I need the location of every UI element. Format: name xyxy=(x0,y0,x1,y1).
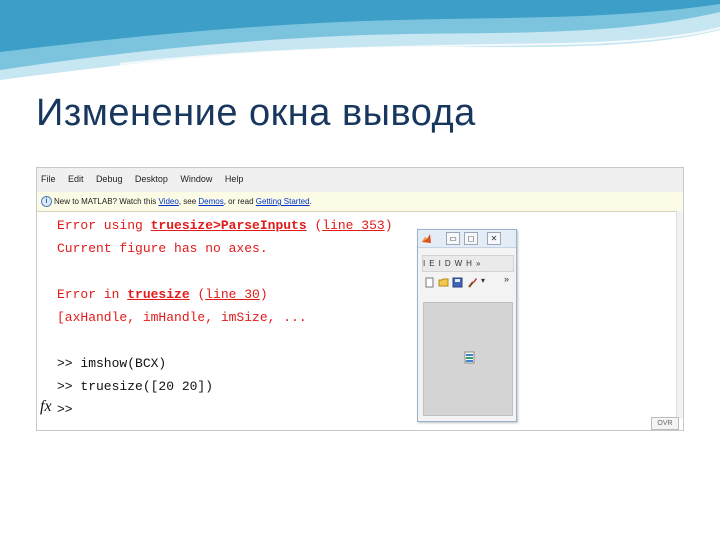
figure-canvas[interactable] xyxy=(423,302,513,416)
demos-link[interactable]: Demos xyxy=(198,197,223,206)
dropdown-arrow-icon[interactable]: ▾ xyxy=(481,276,485,285)
figure-menu-file[interactable]: I xyxy=(423,259,425,268)
brush-icon[interactable] xyxy=(467,277,478,288)
error-function-link[interactable]: truesize>ParseInputs xyxy=(151,218,307,233)
menu-desktop[interactable]: Desktop xyxy=(135,174,168,184)
error-line-4: [axHandle, imHandle, imSize, ... xyxy=(57,310,307,325)
info-text: , or read xyxy=(223,197,256,206)
error-line-1: Error using truesize>ParseInputs (line 3… xyxy=(57,218,393,233)
command-line-1: >> imshow(BCX) xyxy=(57,356,167,371)
command-window[interactable]: Error using truesize>ParseInputs (line 3… xyxy=(57,214,393,421)
info-bar: i New to MATLAB? Watch this Video, see De… xyxy=(37,192,683,212)
info-text: . xyxy=(309,197,312,206)
figure-window[interactable]: ▭ ◻ ✕ I E I D W H» ▾ » xyxy=(417,229,517,422)
menu-debug[interactable]: Debug xyxy=(96,174,123,184)
menu-window[interactable]: Window xyxy=(180,174,212,184)
video-link[interactable]: Video xyxy=(158,197,178,206)
figure-menu-insert[interactable]: I xyxy=(439,259,441,268)
status-ovr: OVR xyxy=(651,417,679,430)
vertical-scrollbar[interactable] xyxy=(676,211,683,418)
matlab-logo-icon xyxy=(422,234,431,243)
matlab-screenshot: File Edit Debug Desktop Window Help i New… xyxy=(36,167,684,431)
info-icon: i xyxy=(41,196,52,208)
slide-title: Изменение окна вывода xyxy=(36,92,476,134)
figure-menu-desktop[interactable]: D xyxy=(445,259,451,268)
maximize-button[interactable]: ◻ xyxy=(464,232,478,245)
error-function-link[interactable]: truesize xyxy=(127,287,189,302)
header-swoosh-decoration xyxy=(0,0,720,80)
menu-file[interactable]: File xyxy=(41,174,56,184)
figure-menu-more[interactable]: » xyxy=(476,259,480,268)
new-figure-icon[interactable] xyxy=(424,277,435,288)
fx-icon[interactable]: fx xyxy=(40,398,52,416)
command-prompt[interactable]: >> xyxy=(57,398,393,421)
error-line-link[interactable]: line 30 xyxy=(205,287,260,302)
save-icon[interactable] xyxy=(452,277,463,288)
getting-started-link[interactable]: Getting Started xyxy=(256,197,310,206)
toolbar-more-icon[interactable]: » xyxy=(504,274,509,284)
minimize-button[interactable]: ▭ xyxy=(446,232,460,245)
error-line-link[interactable]: line 353 xyxy=(322,218,384,233)
figure-menubar: I E I D W H» xyxy=(422,255,514,272)
figure-toolbar: ▾ » xyxy=(422,274,512,293)
figure-menu-edit[interactable]: E xyxy=(429,259,434,268)
matlab-menubar: File Edit Debug Desktop Window Help xyxy=(37,168,683,193)
close-button[interactable]: ✕ xyxy=(487,232,501,245)
info-text: , see xyxy=(178,197,199,206)
info-text: New to MATLAB? Watch this xyxy=(54,197,159,206)
command-line-2: >> truesize([20 20]) xyxy=(57,379,214,394)
menu-help[interactable]: Help xyxy=(225,174,244,184)
figure-menu-window[interactable]: W xyxy=(455,259,463,268)
error-line-2: Current figure has no axes. xyxy=(57,241,268,256)
figure-menu-help[interactable]: H xyxy=(466,259,472,268)
open-folder-icon[interactable] xyxy=(438,277,449,288)
figure-titlebar[interactable]: ▭ ◻ ✕ xyxy=(418,230,516,248)
error-line-3: Error in truesize (line 30) xyxy=(57,287,268,302)
image-thumbnail-icon xyxy=(464,351,475,364)
menu-edit[interactable]: Edit xyxy=(68,174,84,184)
